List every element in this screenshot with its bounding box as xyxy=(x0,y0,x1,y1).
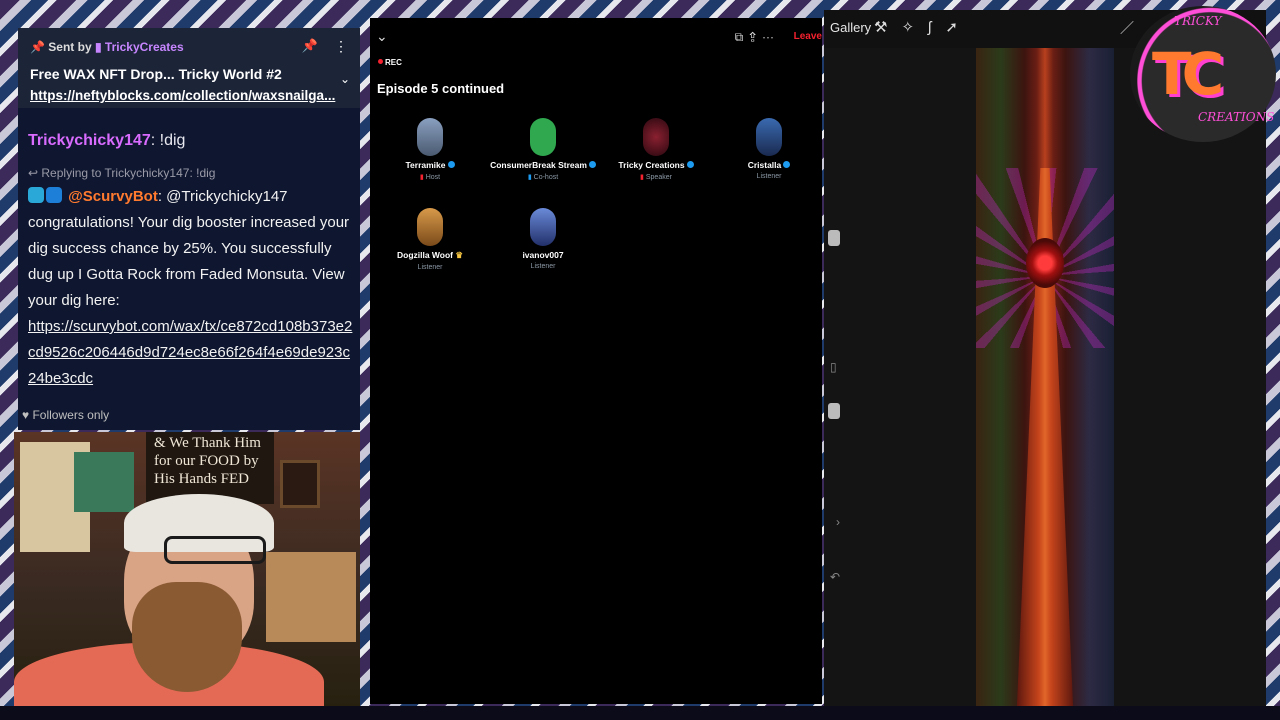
avatar xyxy=(530,208,556,246)
sender-badge-icon: ▮ xyxy=(94,40,102,54)
brush-size-slider[interactable] xyxy=(828,230,840,246)
pinned-sender-name: TrickyCreates xyxy=(104,40,184,54)
participant[interactable]: Terramike ▮ Host xyxy=(370,118,490,181)
participant[interactable]: ConsumerBreak Stream ▮ Co-host xyxy=(483,118,603,181)
reply-icon: ↩ xyxy=(28,166,42,180)
participant-role: Listener xyxy=(756,173,782,180)
tool-icons: ⚒✧ʃ➚ xyxy=(874,18,972,36)
logo-letters: TC xyxy=(1152,40,1224,108)
taskbar-strip xyxy=(0,706,1280,720)
pin-small-icon: 📌 xyxy=(30,40,49,54)
recording-badge: REC xyxy=(378,58,402,67)
chat-panel: 📌 Sent by ▮ TrickyCreates 📌 ⋮ Free WAX N… xyxy=(18,28,360,430)
chat-username[interactable]: Trickychicky147 xyxy=(28,132,151,149)
leave-button[interactable]: Leave xyxy=(794,31,822,42)
participant[interactable]: Dogzilla Woof ♛ Listener xyxy=(370,208,490,271)
rec-label: REC xyxy=(385,58,402,67)
wall-poster xyxy=(266,552,356,642)
artwork-canvas[interactable] xyxy=(976,48,1114,706)
chevron-right-icon[interactable]: › xyxy=(836,515,840,529)
participant-name: Terramike xyxy=(370,160,490,170)
chat-text: : !dig xyxy=(150,132,186,149)
heart-icon: ♥ xyxy=(22,408,33,422)
pinned-message[interactable]: 📌 Sent by ▮ TrickyCreates 📌 ⋮ Free WAX N… xyxy=(18,28,360,108)
artwork-eye xyxy=(1026,238,1064,288)
participant-role: Listener xyxy=(417,264,443,271)
person-beard xyxy=(132,582,242,692)
more-icon[interactable]: ⋯ xyxy=(762,30,780,44)
modify-button-icon[interactable]: ▯ xyxy=(830,360,837,374)
rec-dot-icon xyxy=(378,59,383,64)
participant-name: ivanov007 xyxy=(522,250,564,260)
opacity-slider[interactable] xyxy=(828,403,840,419)
chat-text: : @Trickychicky147 congratulations! Your… xyxy=(28,188,350,309)
participant-role: Listener xyxy=(530,263,556,270)
avatar xyxy=(530,118,556,156)
share-icon[interactable]: ⇪ xyxy=(749,30,762,44)
participant-role: ▮ Co-host xyxy=(527,174,559,181)
reply-context: ↩ Replying to Trickychicky147: !dig xyxy=(28,166,215,180)
brush-icon[interactable]: ／ xyxy=(1120,18,1134,38)
followers-only-label: Followers only xyxy=(32,408,110,422)
space-toolbar: ⧉⇪⋯ xyxy=(735,30,780,45)
participant[interactable]: Tricky Creations ▮ Speaker xyxy=(596,118,716,181)
reply-text: Replying to Trickychicky147: !dig xyxy=(41,166,216,180)
bot-badge-icon xyxy=(28,187,44,203)
undo-icon[interactable]: ↶ xyxy=(830,570,840,584)
participant-role: ▮ Host xyxy=(419,174,441,181)
pinned-link[interactable]: https://neftyblocks.com/collection/waxsn… xyxy=(30,88,335,103)
gallery-button[interactable]: Gallery xyxy=(830,20,871,35)
channel-logo: TRICKY TC CREATIONS xyxy=(1130,6,1276,142)
participant-name: Cristalla xyxy=(709,160,829,170)
logo-top-text: TRICKY xyxy=(1174,14,1222,28)
verified-icon xyxy=(783,161,791,168)
verified-icon xyxy=(447,161,455,168)
webcam-feed: & We Thank Him for our FOOD by His Hands… xyxy=(14,432,360,706)
verified-icon xyxy=(588,161,596,168)
more-options-icon[interactable]: ⋮ xyxy=(334,38,348,55)
wall-poster xyxy=(74,452,134,512)
crown-icon: ♛ xyxy=(453,250,463,260)
participant-name: Dogzilla Woof ♛ xyxy=(396,250,463,260)
wall-sign: & We Thank Him for our FOOD by His Hands… xyxy=(146,432,274,504)
participant-name: Tricky Creations xyxy=(596,160,716,170)
wall-frame xyxy=(280,460,320,508)
minimize-icon[interactable]: ⧉ xyxy=(735,30,750,44)
transform-icon[interactable]: ➚ xyxy=(945,19,972,36)
participant-name: ConsumerBreak Stream xyxy=(483,160,603,170)
pinned-sender-line: 📌 Sent by ▮ TrickyCreates xyxy=(30,40,184,54)
user-badges xyxy=(28,187,68,205)
logo-bottom-text: CREATIONS xyxy=(1198,110,1275,124)
avatar xyxy=(417,118,443,156)
pinned-title: Free WAX NFT Drop... Tricky World #2 xyxy=(30,66,282,82)
magic-wand-icon[interactable]: ✧ xyxy=(901,19,928,36)
participant[interactable]: Cristalla Listener xyxy=(709,118,829,180)
collapse-chevron-icon[interactable]: ⌄ xyxy=(376,28,388,45)
sent-by-label: Sent by xyxy=(48,40,92,54)
followers-only-status: ♥ Followers only xyxy=(22,408,109,422)
chat-link[interactable]: https://scurvybot.com/wax/tx/ce872cd108b… xyxy=(28,318,352,387)
chat-message: @ScurvyBot: @Trickychicky147 congratulat… xyxy=(28,184,358,392)
audio-space-panel: ⌄ ⧉⇪⋯ Leave REC Episode 5 continued Terr… xyxy=(370,18,822,704)
wrench-icon[interactable]: ⚒ xyxy=(874,19,901,36)
chevron-down-icon[interactable]: ⌄ xyxy=(340,72,350,86)
pin-icon[interactable]: 📌 xyxy=(302,38,318,54)
person-glasses xyxy=(164,536,266,564)
verified-icon xyxy=(686,161,694,168)
selection-icon[interactable]: ʃ xyxy=(928,19,945,36)
chat-username[interactable]: @ScurvyBot xyxy=(68,188,158,205)
space-title: Episode 5 continued xyxy=(377,81,505,96)
prime-badge-icon xyxy=(46,187,62,203)
participant[interactable]: ivanov007 Listener xyxy=(483,208,603,270)
avatar xyxy=(756,118,782,156)
chat-message: Trickychicky147: !dig xyxy=(28,132,185,150)
participant-role: ▮ Speaker xyxy=(640,174,672,181)
avatar xyxy=(417,208,443,246)
avatar xyxy=(643,118,669,156)
